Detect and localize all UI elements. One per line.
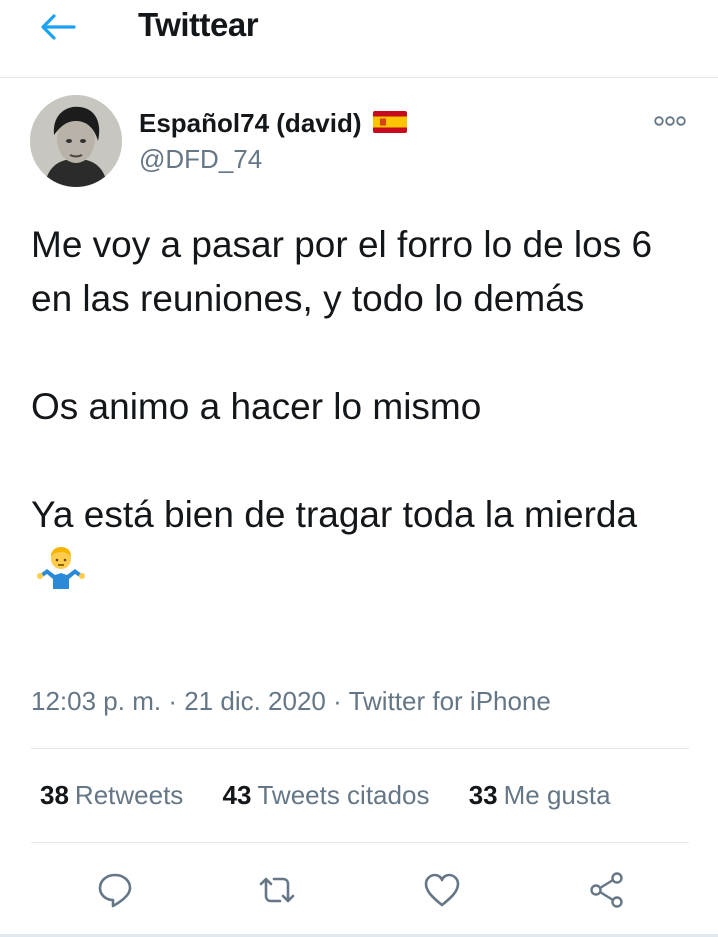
quotes-stat[interactable]: 43 Tweets citados: [223, 780, 430, 811]
arrow-left-icon[interactable]: [40, 14, 76, 40]
person-shrugging-emoji: [37, 547, 85, 589]
more-options-icon[interactable]: [652, 112, 688, 130]
tweet-paragraph: Os animo a hacer lo mismo: [31, 386, 482, 427]
share-icon[interactable]: [587, 870, 627, 910]
tweet-date: 21 dic. 2020: [184, 686, 326, 716]
reply-icon[interactable]: [95, 870, 135, 910]
retweet-icon[interactable]: [257, 870, 297, 910]
action-bar: [0, 860, 718, 920]
retweets-stat[interactable]: 38 Retweets: [40, 780, 183, 811]
tweet-meta: 12:03 p. m. · 21 dic. 2020 · Twitter for…: [31, 686, 551, 717]
spain-flag-icon: [373, 111, 407, 133]
likes-stat[interactable]: 33 Me gusta: [469, 780, 611, 811]
tweet-paragraph: Ya está bien de tragar toda la mierda: [31, 488, 691, 596]
author-name[interactable]: Español74 (david): [139, 108, 362, 139]
tweet-text: Me voy a pasar por el forro lo de los 6 …: [31, 218, 691, 596]
author-handle[interactable]: @DFD_74: [139, 144, 262, 175]
divider: [31, 748, 689, 749]
divider: [31, 842, 689, 843]
like-icon[interactable]: [422, 870, 462, 910]
avatar[interactable]: [30, 95, 122, 187]
tweet-time: 12:03 p. m.: [31, 686, 162, 716]
meta-separator: ·: [168, 686, 177, 716]
meta-separator: ·: [333, 686, 342, 716]
page-title: Twittear: [138, 6, 259, 43]
tweet-stats: 38 Retweets 43 Tweets citados 33 Me gusta: [40, 780, 643, 811]
tweet-paragraph: Me voy a pasar por el forro lo de los 6 …: [31, 224, 653, 319]
tweet-source[interactable]: Twitter for iPhone: [349, 686, 551, 716]
top-bar: Twittear: [0, 0, 718, 78]
